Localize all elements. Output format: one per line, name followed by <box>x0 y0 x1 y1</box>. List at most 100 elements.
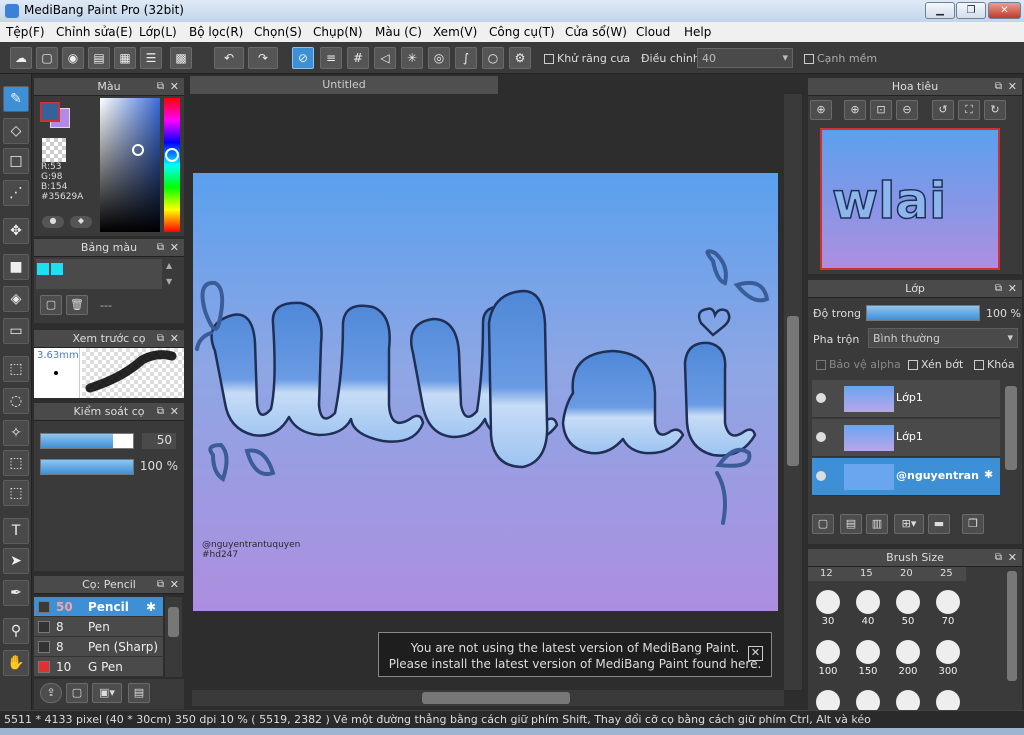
close-icon[interactable]: ✕ <box>1008 549 1017 567</box>
brush-new-button[interactable]: ▢ <box>66 683 88 703</box>
eye-icon[interactable] <box>816 471 826 481</box>
layer-item[interactable]: Lớp1 <box>812 419 1000 457</box>
move-tool-icon[interactable]: ✥ <box>3 218 29 244</box>
menu-help[interactable]: Help <box>684 25 711 39</box>
select-tool-icon[interactable]: ⬚ <box>3 356 29 382</box>
hand-tool-icon[interactable]: ✋ <box>3 650 29 676</box>
zoom-out-icon[interactable]: ⊖ <box>896 100 918 120</box>
brush-size-scroll-thumb[interactable] <box>1007 571 1017 681</box>
eyedropper-icon[interactable]: ⚲ <box>3 618 29 644</box>
menu-filter[interactable]: Bộ lọc(R) <box>189 25 243 39</box>
magic-wand-icon[interactable]: ✧ <box>3 420 29 446</box>
close-icon[interactable]: ✕ <box>170 78 179 96</box>
hue-slider[interactable] <box>164 98 180 232</box>
gear-icon[interactable]: ✱ <box>146 597 156 617</box>
brush-size-preset[interactable]: 15 <box>860 568 873 579</box>
list-icon[interactable]: ☰ <box>140 47 162 69</box>
brush-add-menu-button[interactable]: ▣▾ <box>92 683 122 703</box>
menu-capture[interactable]: Chụp(N) <box>313 25 363 39</box>
close-icon[interactable]: ✕ <box>170 330 179 348</box>
page-icon[interactable]: ▦ <box>114 47 136 69</box>
perspective-snap-icon[interactable]: ◁ <box>374 47 396 69</box>
lasso-tool-icon[interactable]: ◌ <box>3 388 29 414</box>
brush-item-pencil[interactable]: 50 Pencil ✱ <box>34 597 163 617</box>
brush-item-pen[interactable]: 8 Pen <box>34 617 163 637</box>
brush-list-scroll-thumb[interactable] <box>168 607 179 637</box>
brush-size-preset[interactable]: 30 <box>809 585 847 627</box>
select-pen-icon[interactable]: ⬚ <box>3 450 29 476</box>
palette-delete-button[interactable]: 🗑 <box>66 295 88 315</box>
menu-color[interactable]: Màu (C) <box>375 25 422 39</box>
text-tool-icon[interactable]: T <box>3 518 29 544</box>
redo-icon[interactable]: ↷ <box>248 47 278 69</box>
soft-edge-checkbox[interactable] <box>804 54 814 64</box>
brush-size-preset[interactable]: 100 <box>809 635 847 677</box>
comment-icon[interactable]: ◉ <box>62 47 84 69</box>
radial-snap-icon[interactable]: ✳ <box>401 47 423 69</box>
new-8bit-layer-icon[interactable]: ▥ <box>866 514 888 534</box>
close-icon[interactable]: ✕ <box>170 576 179 594</box>
layer-opacity-value[interactable]: 100 % <box>986 307 1021 320</box>
popout-icon[interactable]: ⧉ <box>157 403 164 421</box>
close-icon[interactable]: ✕ <box>1008 78 1017 96</box>
transparent-swatch[interactable] <box>42 138 66 162</box>
antialias-checkbox[interactable] <box>544 54 554 64</box>
eye-icon[interactable] <box>816 432 826 442</box>
canvas-hscroll-thumb[interactable] <box>422 692 570 704</box>
update-notice[interactable]: You are not using the latest version of … <box>378 632 772 677</box>
cloud-icon[interactable]: ☁ <box>10 47 32 69</box>
undo-icon[interactable]: ↶ <box>214 47 244 69</box>
brush-opacity-value[interactable]: 100 % <box>138 459 178 475</box>
brush-size-preset[interactable]: 25 <box>940 568 953 579</box>
brush-size-slider[interactable] <box>40 433 134 449</box>
close-button[interactable]: ✕ <box>988 2 1021 19</box>
lock-checkbox[interactable] <box>974 360 984 370</box>
popout-icon[interactable]: ⧉ <box>995 280 1002 298</box>
popout-icon[interactable]: ⧉ <box>995 78 1002 96</box>
color-eyedrop-button[interactable]: ● <box>42 216 64 228</box>
brush-item-pen-sharp[interactable]: 8 Pen (Sharp) <box>34 637 163 657</box>
eye-icon[interactable] <box>816 393 826 403</box>
menu-view[interactable]: Xem(V) <box>433 25 477 39</box>
maximize-button[interactable]: ❐ <box>956 2 986 19</box>
gear-icon[interactable]: ✱ <box>984 468 993 481</box>
close-icon[interactable]: ✕ <box>1008 280 1017 298</box>
rotate-left-icon[interactable]: ↺ <box>932 100 954 120</box>
document-tab[interactable]: Untitled <box>190 76 498 94</box>
palette-swatch[interactable] <box>37 263 49 275</box>
layer-item-selected[interactable]: @nguyentran ✱ <box>812 458 1000 496</box>
brush-opacity-slider[interactable] <box>40 459 134 475</box>
popout-icon[interactable]: ⧉ <box>157 576 164 594</box>
palette-scroll-down-icon[interactable]: ▼ <box>166 277 172 286</box>
layers-scrollbar[interactable] <box>1002 380 1020 500</box>
settings-gear-icon[interactable]: ⚙ <box>509 47 531 69</box>
hue-slider-handle[interactable] <box>165 148 179 162</box>
brush-size-scrollbar[interactable] <box>1004 567 1020 708</box>
brush-size-preset[interactable]: 150 <box>849 635 887 677</box>
canvas-horizontal-scrollbar[interactable] <box>192 690 784 706</box>
ellipse-snap-icon[interactable]: ○ <box>482 47 504 69</box>
close-icon[interactable]: ✕ <box>170 403 179 421</box>
popout-icon[interactable]: ⧉ <box>157 78 164 96</box>
adjust-select[interactable]: 40 ▾ <box>697 48 793 68</box>
sv-picker-handle[interactable] <box>132 144 144 156</box>
fill-rect-tool-icon[interactable]: ■ <box>3 254 29 280</box>
palette-swatch[interactable] <box>51 263 63 275</box>
new-folder-icon[interactable]: ▬ <box>928 514 950 534</box>
brush-item-g-pen[interactable]: 10 G Pen <box>34 657 163 677</box>
brush-size-value[interactable]: 50 <box>142 433 176 449</box>
divide-tool-icon[interactable]: ✒ <box>3 580 29 606</box>
layers-scroll-thumb[interactable] <box>1005 386 1017 470</box>
rotate-right-icon[interactable]: ↻ <box>984 100 1006 120</box>
notice-close-icon[interactable]: ✕ <box>748 646 763 661</box>
brush-size-preset[interactable]: 12 <box>820 568 833 579</box>
brush-size-preset[interactable]: 20 <box>900 568 913 579</box>
brush-tool-icon[interactable]: ✎ <box>3 86 29 112</box>
brush-size-preset[interactable]: 40 <box>849 585 887 627</box>
rect-tool-icon[interactable]: □ <box>3 148 29 174</box>
menu-file[interactable]: Tệp(F) <box>6 25 45 39</box>
menu-cloud[interactable]: Cloud <box>636 25 670 39</box>
gradient-tool-icon[interactable]: ▭ <box>3 318 29 344</box>
concentric-snap-icon[interactable]: ◎ <box>428 47 450 69</box>
clip-checkbox[interactable] <box>908 360 918 370</box>
